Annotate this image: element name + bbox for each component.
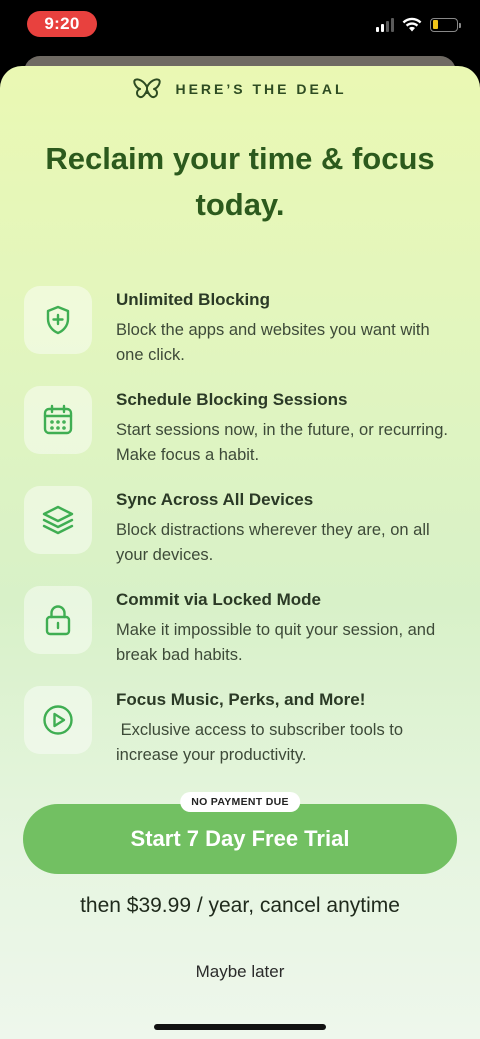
wifi-icon	[402, 17, 422, 32]
home-indicator[interactable]	[154, 1024, 326, 1030]
deal-header: HERE’S THE DEAL	[0, 78, 480, 100]
feature-title: Unlimited Blocking	[116, 290, 270, 309]
deal-header-label: HERE’S THE DEAL	[175, 81, 347, 97]
feature-title: Commit via Locked Mode	[116, 590, 321, 609]
price-text: then $39.99 / year, cancel anytime	[80, 894, 400, 917]
maybe-later-link[interactable]: Maybe later	[0, 962, 480, 982]
feature-description: Block distractions wherever they are, on…	[116, 521, 430, 564]
feature-description: Start sessions now, in the future, or re…	[116, 421, 448, 464]
feature-title: Sync Across All Devices	[116, 490, 314, 509]
feature-icon-box	[24, 286, 92, 354]
cellular-signal-icon	[376, 17, 394, 32]
feature-list: Unlimited Blocking Block the apps and we…	[24, 286, 464, 786]
calendar-icon	[43, 404, 73, 435]
start-trial-button[interactable]: Start 7 Day Free Trial	[23, 804, 457, 874]
feature-item: Focus Music, Perks, and More! Exclusive …	[24, 686, 464, 786]
status-icons	[376, 17, 461, 32]
feature-item: Commit via Locked Mode Make it impossibl…	[24, 586, 464, 686]
feature-description: Make it impossible to quit your session,…	[116, 621, 436, 664]
layers-icon	[42, 505, 74, 535]
shield-plus-icon	[46, 305, 70, 335]
butterfly-icon	[133, 78, 162, 99]
play-circle-icon	[43, 705, 73, 735]
feature-icon-box	[24, 586, 92, 654]
paywall-sheet: HERE’S THE DEAL Reclaim your time & focu…	[0, 66, 480, 1039]
lock-icon	[45, 605, 71, 636]
page-title: Reclaim your time & focus today.	[45, 141, 435, 222]
feature-icon-box	[24, 386, 92, 454]
feature-item: Schedule Blocking Sessions Start session…	[24, 386, 464, 486]
feature-item: Unlimited Blocking Block the apps and we…	[24, 286, 464, 386]
feature-description: Exclusive access to subscriber tools to …	[116, 721, 408, 764]
feature-title: Schedule Blocking Sessions	[116, 390, 348, 409]
feature-icon-box	[24, 686, 92, 754]
status-time: 9:20	[27, 11, 97, 37]
battery-low-icon	[430, 17, 461, 32]
feature-description: Block the apps and websites you want wit…	[116, 321, 430, 364]
feature-icon-box	[24, 486, 92, 554]
status-bar: 9:20	[0, 0, 480, 56]
feature-item: Sync Across All Devices Block distractio…	[24, 486, 464, 586]
feature-title: Focus Music, Perks, and More!	[116, 690, 366, 709]
no-payment-badge: NO PAYMENT DUE	[180, 792, 300, 812]
